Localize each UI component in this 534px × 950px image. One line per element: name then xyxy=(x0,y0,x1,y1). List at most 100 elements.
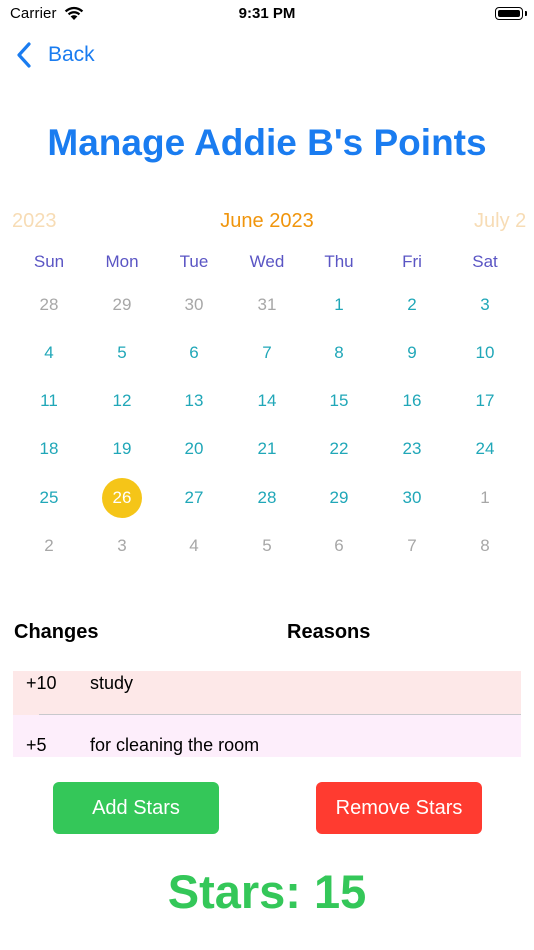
changes-list[interactable]: +10 study +5 for cleaning the room xyxy=(13,671,521,757)
weekday-label: Sat xyxy=(472,252,498,271)
calendar-day[interactable]: 5 xyxy=(86,333,158,373)
calendar-day-number: 4 xyxy=(44,343,54,362)
calendar-day-selected[interactable]: 26 xyxy=(86,478,158,518)
calendar-day[interactable]: 23 xyxy=(376,429,448,469)
add-stars-button[interactable]: Add Stars xyxy=(53,782,219,834)
calendar-day-number: 17 xyxy=(475,391,495,410)
weekday-label: Wed xyxy=(249,252,285,271)
calendar-day[interactable]: 28 xyxy=(231,478,303,518)
calendar-day-number: 20 xyxy=(184,439,204,458)
change-value: +5 xyxy=(26,735,47,755)
calendar-day-number: 29 xyxy=(112,295,132,314)
calendar-day[interactable]: 6 xyxy=(303,526,375,566)
calendar-day[interactable]: 18 xyxy=(13,429,85,469)
calendar-day[interactable]: 10 xyxy=(449,333,521,373)
calendar-day[interactable]: 30 xyxy=(158,285,230,325)
calendar-day[interactable]: 5 xyxy=(231,526,303,566)
stars-total: Stars: 15 xyxy=(167,865,367,918)
calendar-day[interactable]: 27 xyxy=(158,478,230,518)
calendar-day[interactable]: 29 xyxy=(303,478,375,518)
list-item[interactable]: +5 for cleaning the room xyxy=(13,715,521,757)
calendar-day-number: 27 xyxy=(184,488,204,507)
calendar-day-number: 22 xyxy=(329,439,349,458)
changes-header: Changes xyxy=(14,621,99,643)
calendar-day[interactable]: 2 xyxy=(376,285,448,325)
battery-cap xyxy=(525,11,527,16)
calendar-day-number: 25 xyxy=(39,488,59,507)
calendar-day-number: 21 xyxy=(257,439,277,458)
calendar-day[interactable]: 15 xyxy=(303,381,375,421)
calendar-day-number: 26 xyxy=(102,478,142,518)
calendar-day[interactable]: 31 xyxy=(231,285,303,325)
remove-stars-button[interactable]: Remove Stars xyxy=(316,782,482,834)
calendar-day[interactable]: 22 xyxy=(303,429,375,469)
calendar-day[interactable]: 1 xyxy=(303,285,375,325)
status-bar: Carrier 9:31 PM xyxy=(0,0,534,30)
calendar-day[interactable]: 7 xyxy=(231,333,303,373)
calendar-day-number: 16 xyxy=(402,391,422,410)
next-month-label[interactable]: July 2 xyxy=(474,210,526,233)
back-label: Back xyxy=(48,43,95,66)
calendar-day[interactable]: 13 xyxy=(158,381,230,421)
calendar-day-number: 1 xyxy=(480,488,490,507)
calendar-day[interactable]: 3 xyxy=(449,285,521,325)
calendar-day-number: 12 xyxy=(112,391,132,410)
calendar-day[interactable]: 25 xyxy=(13,478,85,518)
calendar-day-number: 28 xyxy=(257,488,277,507)
calendar-day[interactable]: 14 xyxy=(231,381,303,421)
calendar-day-number: 31 xyxy=(257,295,277,314)
calendar-day[interactable]: 8 xyxy=(449,526,521,566)
calendar-day-number: 19 xyxy=(112,439,132,458)
calendar-day[interactable]: 6 xyxy=(158,333,230,373)
change-value: +10 xyxy=(26,673,57,693)
calendar-day[interactable]: 30 xyxy=(376,478,448,518)
calendar-day-number: 1 xyxy=(334,295,344,314)
page-title: Manage Addie B's Points xyxy=(47,122,487,163)
calendar-day-number: 7 xyxy=(407,536,417,555)
calendar-day-number: 2 xyxy=(407,295,417,314)
calendar-day-number: 29 xyxy=(329,488,349,507)
calendar-day[interactable]: 7 xyxy=(376,526,448,566)
calendar-day-number: 13 xyxy=(184,391,204,410)
calendar-day[interactable]: 20 xyxy=(158,429,230,469)
calendar-day[interactable]: 12 xyxy=(86,381,158,421)
calendar-day-number: 8 xyxy=(334,343,344,362)
calendar-day-number: 30 xyxy=(184,295,204,314)
reasons-header: Reasons xyxy=(287,621,371,643)
calendar-day[interactable]: 8 xyxy=(303,333,375,373)
calendar-day[interactable]: 9 xyxy=(376,333,448,373)
reason-text: for cleaning the room xyxy=(90,735,260,755)
calendar-day-number: 2 xyxy=(44,536,54,555)
calendar-day-number: 23 xyxy=(402,439,422,458)
calendar-day-number: 24 xyxy=(475,439,495,458)
calendar-day[interactable]: 24 xyxy=(449,429,521,469)
reason-text: study xyxy=(90,673,134,693)
calendar-day[interactable]: 16 xyxy=(376,381,448,421)
calendar-day[interactable]: 19 xyxy=(86,429,158,469)
weekday-label: Fri xyxy=(402,252,422,271)
calendar-day[interactable]: 3 xyxy=(86,526,158,566)
calendar-day[interactable]: 28 xyxy=(13,285,85,325)
weekday-label: Tue xyxy=(179,252,209,271)
weekday-label: Mon xyxy=(105,252,139,271)
back-button[interactable]: Back xyxy=(14,40,95,70)
calendar-day-number: 7 xyxy=(262,343,272,362)
calendar-day-number: 8 xyxy=(480,536,490,555)
current-month-label: June 2023 xyxy=(220,210,314,232)
calendar-day-number: 30 xyxy=(402,488,422,507)
calendar-day[interactable]: 2 xyxy=(13,526,85,566)
status-time: 9:31 PM xyxy=(238,5,296,22)
calendar-day-number: 6 xyxy=(189,343,199,362)
calendar-day[interactable]: 21 xyxy=(231,429,303,469)
calendar-day[interactable]: 4 xyxy=(13,333,85,373)
calendar-day-number: 5 xyxy=(262,536,272,555)
calendar-day[interactable]: 17 xyxy=(449,381,521,421)
weekday-label: Sun xyxy=(33,252,65,271)
calendar-day[interactable]: 1 xyxy=(449,478,521,518)
calendar-day[interactable]: 29 xyxy=(86,285,158,325)
list-item[interactable]: +10 study xyxy=(13,671,521,715)
calendar-day-number: 11 xyxy=(40,391,58,410)
calendar-day-number: 15 xyxy=(329,391,349,410)
calendar-day[interactable]: 11 xyxy=(13,381,85,421)
calendar-day[interactable]: 4 xyxy=(158,526,230,566)
